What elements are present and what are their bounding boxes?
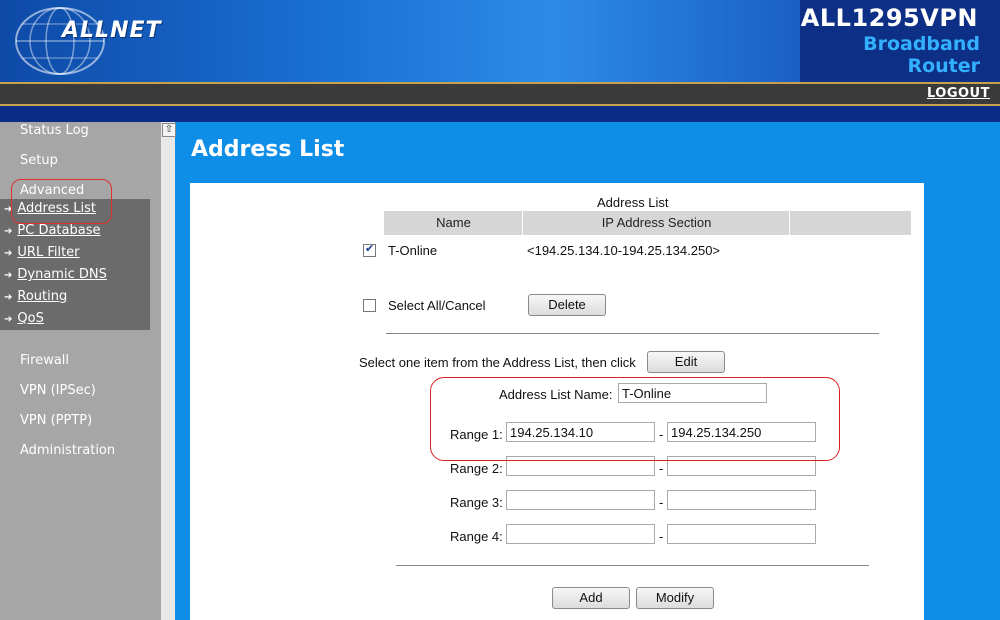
product-box: ALL1295VPN Broadband Router <box>800 0 1000 82</box>
address-list-panel: Address List Name IP Address Section T-O… <box>190 183 924 620</box>
sidebar-item-administration[interactable]: Administration <box>20 443 115 458</box>
scroll-up-arrow-icon[interactable]: ⇧ <box>162 123 176 137</box>
arrow-right-icon: ➔ <box>4 248 13 259</box>
range-3-label: Range 3: <box>450 495 503 510</box>
edit-prompt: Select one item from the Address List, t… <box>359 355 636 370</box>
range-3-to-input[interactable] <box>667 490 816 510</box>
range-4-to-input[interactable] <box>667 524 816 544</box>
range-4-label: Range 4: <box>450 529 503 544</box>
divider <box>396 565 869 566</box>
edit-button[interactable]: Edit <box>647 351 725 373</box>
select-all-label: Select All/Cancel <box>388 298 486 313</box>
product-name: ALL1295VPN <box>800 4 978 32</box>
highlight-ring <box>430 377 840 461</box>
add-button[interactable]: Add <box>552 587 630 609</box>
product-subtitle-1: Broadband <box>863 33 980 55</box>
logout-link[interactable]: LOGOUT <box>927 86 990 101</box>
row-name: T-Online <box>388 243 438 258</box>
range-4-from-input[interactable] <box>506 524 655 544</box>
arrow-right-icon: ➔ <box>4 292 13 303</box>
range-separator: - <box>659 529 664 544</box>
sidebar-item-setup[interactable]: Setup <box>20 153 58 168</box>
range-separator: - <box>659 495 664 510</box>
divider <box>386 333 879 334</box>
sidebar-subitem-routing[interactable]: ➔ Routing <box>4 289 67 304</box>
range-separator: - <box>659 461 664 476</box>
sidebar-item-status-log[interactable]: Status Log <box>20 123 89 138</box>
page-title: Address List <box>191 137 345 162</box>
range-3-from-input[interactable] <box>506 490 655 510</box>
blue-bar <box>0 106 1000 122</box>
sidebar-subitem-dynamic-dns[interactable]: ➔ Dynamic DNS <box>4 267 107 282</box>
brand-logo-text: ALLNET <box>62 18 162 43</box>
highlight-ring <box>11 179 112 224</box>
row-checkbox[interactable] <box>363 242 376 257</box>
sidebar-subitem-qos[interactable]: ➔ QoS <box>4 311 44 326</box>
column-header-blank <box>789 211 912 235</box>
sidebar-item-vpn-pptp[interactable]: VPN (PPTP) <box>20 413 92 428</box>
row-ip-section: <194.25.134.10-194.25.134.250> <box>527 243 721 258</box>
column-header-name: Name <box>383 211 523 235</box>
sidebar-subitem-url-filter[interactable]: ➔ URL Filter <box>4 245 80 260</box>
arrow-right-icon: ➔ <box>4 314 13 325</box>
sidebar-subitem-pc-database[interactable]: ➔ PC Database <box>4 223 100 238</box>
arrow-right-icon: ➔ <box>4 270 13 281</box>
sidebar-scrollbar[interactable] <box>161 122 175 620</box>
header-banner: ALLNET ALL1295VPN Broadband Router <box>0 0 1000 82</box>
range-2-label: Range 2: <box>450 461 503 476</box>
table-header: Name IP Address Section <box>383 211 911 235</box>
column-header-ip-section: IP Address Section <box>522 211 790 235</box>
select-all-checkbox[interactable] <box>363 299 376 312</box>
arrow-right-icon: ➔ <box>4 226 13 237</box>
top-bar <box>0 84 1000 104</box>
sidebar-item-firewall[interactable]: Firewall <box>20 353 69 368</box>
delete-button[interactable]: Delete <box>528 294 606 316</box>
modify-button[interactable]: Modify <box>636 587 714 609</box>
table-caption: Address List <box>597 195 669 210</box>
product-subtitle-2: Router <box>907 55 980 77</box>
sidebar-item-vpn-ipsec[interactable]: VPN (IPSec) <box>20 383 96 398</box>
